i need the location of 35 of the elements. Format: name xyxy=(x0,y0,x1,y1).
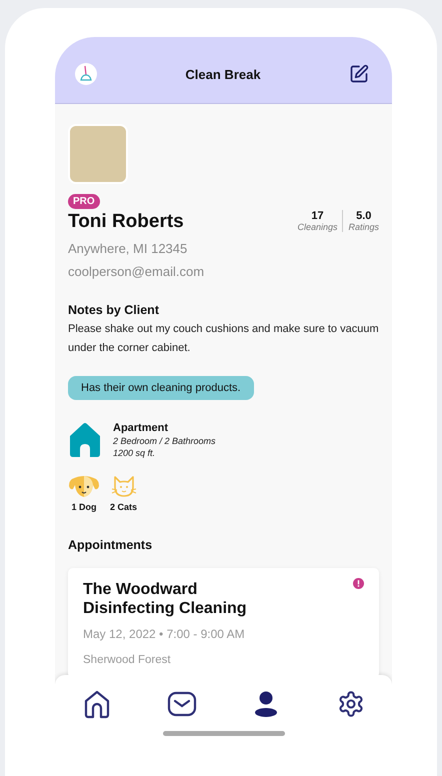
app-title: Clean Break xyxy=(185,66,261,82)
section-heading: Notes by Client xyxy=(68,303,160,317)
settings-icon xyxy=(336,690,365,718)
home-size: 1200 sq ft. xyxy=(113,448,156,458)
house-icon xyxy=(68,422,102,458)
edit-icon[interactable] xyxy=(349,64,369,84)
profile-email: coolperson@email.com xyxy=(68,264,206,279)
stat-value: 5.0 xyxy=(356,210,372,222)
alert-icon xyxy=(353,578,364,589)
profile-location: Anywhere, MI 12345 xyxy=(68,241,188,256)
nav-tab[interactable] xyxy=(82,689,112,719)
home-icon xyxy=(83,689,111,719)
appointment-time: May 12, 2022 • 7:00 - 9:00 AM xyxy=(83,627,246,641)
client-note: Please shake out my couch cushions and make sure to vacuum under the corner cabinet. xyxy=(68,322,379,356)
stat-label: Ratings xyxy=(348,222,379,232)
stat-value: 17 xyxy=(311,210,324,222)
photo-placeholder xyxy=(68,124,128,184)
home-rooms: 2 Bedroom / 2 Bathrooms xyxy=(113,436,216,446)
note-tag: Has their own cleaning products. xyxy=(68,376,254,400)
pet-label: 1 Dog xyxy=(71,502,96,512)
dog-icon xyxy=(68,475,100,499)
appointment-card[interactable]: The Woodward Disinfecting Cleaning May 12, 2022 • 7:00 - 9:00 AM Sherwood Forest xyxy=(68,568,379,675)
appointment-title: The Woodward Disinfecting Cleaning xyxy=(83,580,248,618)
profile-name: Toni Roberts xyxy=(68,211,184,233)
section-heading: Appointments xyxy=(68,538,154,552)
pet-label: 2 Cats xyxy=(110,502,138,512)
nav-tab[interactable] xyxy=(166,689,197,719)
appointment-place: Sherwood Forest xyxy=(83,654,172,666)
broom-logo-icon xyxy=(75,63,97,85)
cat-icon xyxy=(110,475,136,499)
home-type: Apartment xyxy=(113,422,170,434)
pro-badge: PRO xyxy=(68,194,100,209)
mail-icon xyxy=(166,691,197,717)
stat-label: Cleanings xyxy=(297,222,338,232)
person-icon xyxy=(254,690,278,718)
